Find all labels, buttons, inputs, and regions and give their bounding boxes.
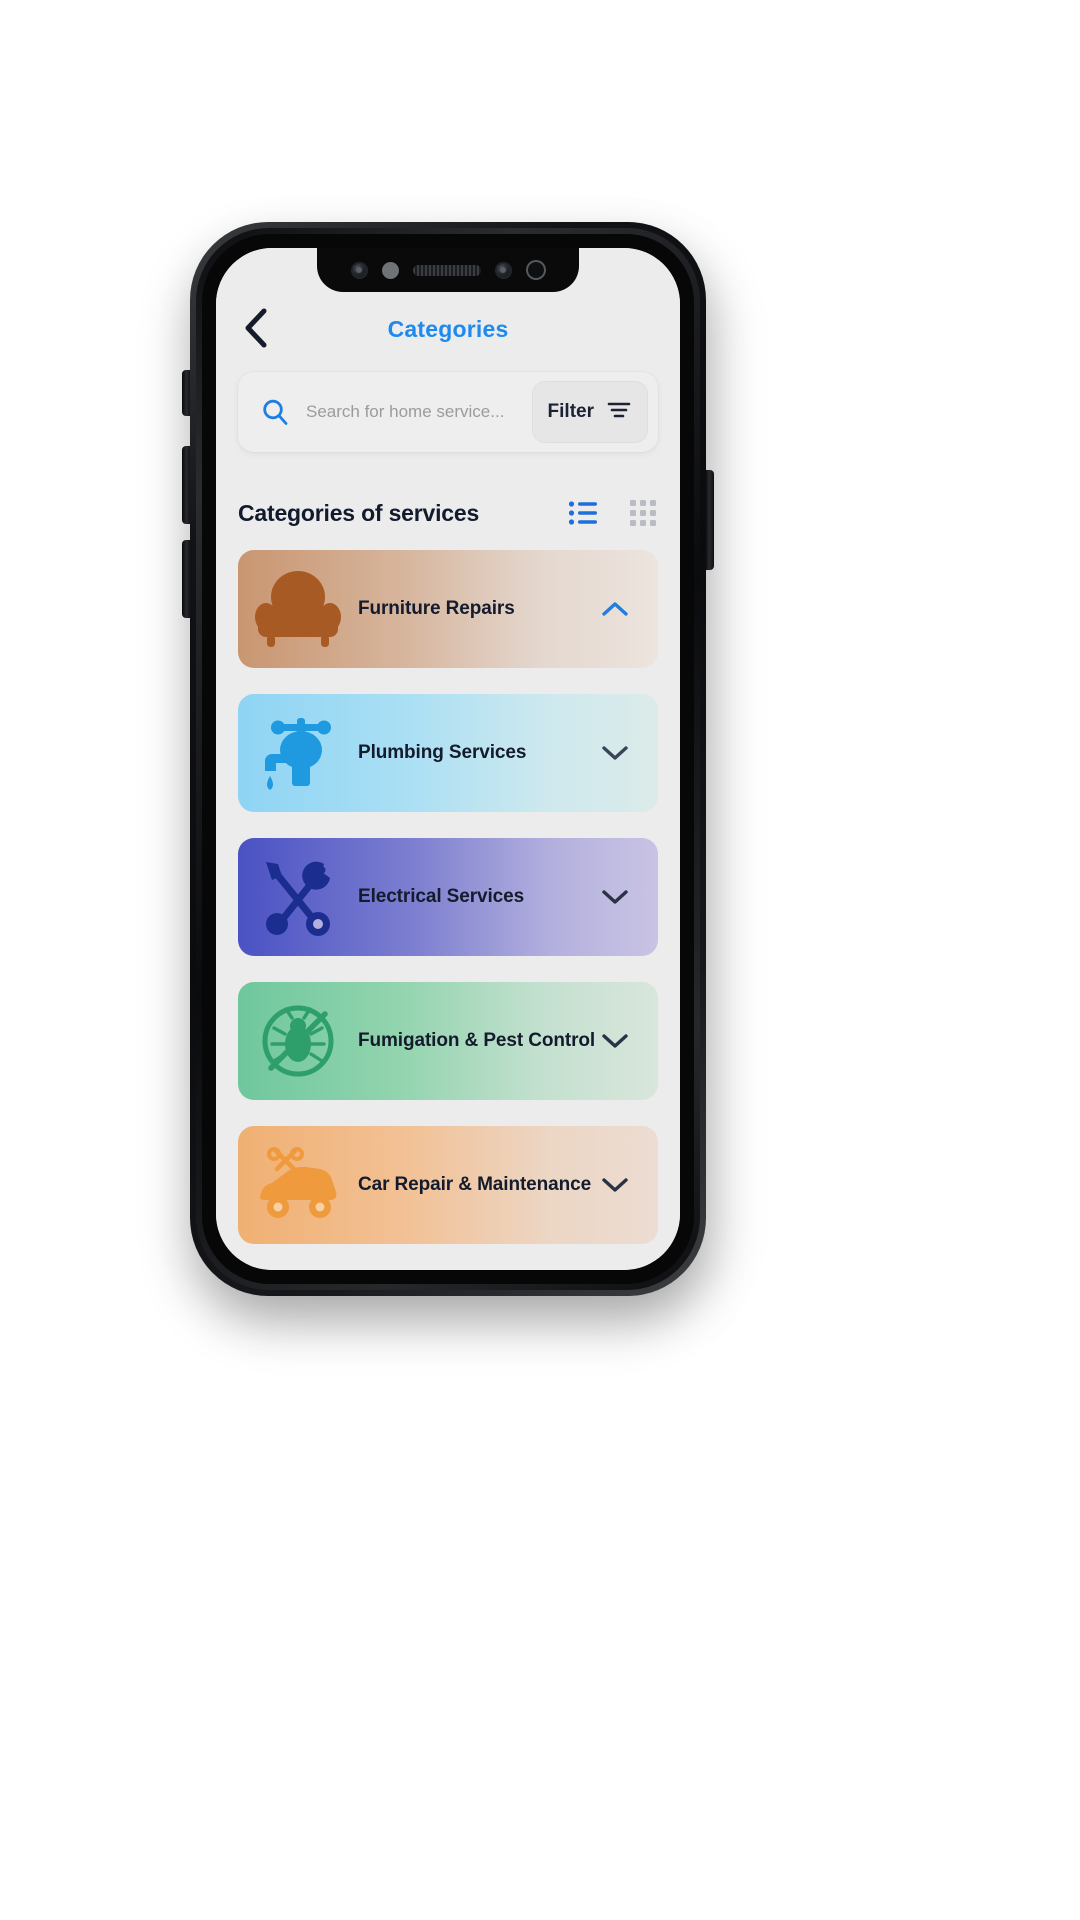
chevron-left-icon — [245, 308, 267, 348]
section-header: Categories of services — [238, 498, 658, 528]
chevron-down-icon[interactable] — [600, 882, 630, 912]
section-title: Categories of services — [238, 499, 480, 526]
infrared-sensor-icon — [525, 260, 546, 280]
category-label: Car Repair & Maintenance — [358, 1174, 592, 1195]
chevron-up-icon[interactable] — [600, 594, 630, 624]
category-card-car-repair-maintenance[interactable]: Car Repair & Maintenance — [238, 1126, 658, 1244]
filter-lines-icon — [606, 400, 632, 425]
phone-frame: Categories Filter — [190, 222, 706, 1296]
filter-button[interactable]: Filter — [531, 381, 648, 443]
chevron-down-icon[interactable] — [600, 738, 630, 768]
category-label: Electrical Services — [358, 886, 525, 907]
chevron-down-icon[interactable] — [600, 1026, 630, 1056]
front-camera-icon — [350, 261, 368, 279]
earpiece-speaker-icon — [412, 264, 481, 276]
armchair-icon — [238, 550, 358, 668]
search-icon — [258, 395, 292, 429]
phone-button-power[interactable] — [705, 470, 714, 570]
category-card-fumigation-pest-control[interactable]: Fumigation & Pest Control — [238, 982, 658, 1100]
screenshot-canvas: Categories Filter — [0, 0, 1080, 1920]
chevron-down-icon[interactable] — [600, 1170, 630, 1200]
list-view-icon[interactable] — [568, 498, 598, 528]
back-button[interactable] — [234, 306, 278, 350]
category-label: Fumigation & Pest Control — [358, 1030, 596, 1051]
category-list: Furniture Repairs Plumbing Services Elec… — [238, 550, 658, 1244]
grid-view-icon[interactable] — [628, 498, 658, 528]
category-label: Plumbing Services — [358, 742, 527, 763]
secondary-camera-icon — [494, 261, 512, 279]
search-bar[interactable]: Filter — [238, 372, 658, 452]
filter-label: Filter — [547, 401, 594, 422]
pest-control-bug-icon — [238, 982, 358, 1100]
category-card-furniture-repairs[interactable]: Furniture Repairs — [238, 550, 658, 668]
view-toggle-group — [568, 498, 658, 528]
category-card-plumbing-services[interactable]: Plumbing Services — [238, 694, 658, 812]
faucet-icon — [238, 694, 358, 812]
phone-screen: Categories Filter — [216, 248, 680, 1270]
app-topbar: Categories — [216, 292, 680, 366]
phone-notch — [317, 248, 579, 292]
search-input[interactable] — [292, 402, 532, 422]
category-card-electrical-services[interactable]: Electrical Services — [238, 838, 658, 956]
tools-wrench-screwdriver-icon — [238, 838, 358, 956]
car-repair-icon — [238, 1126, 358, 1244]
category-label: Furniture Repairs — [358, 598, 515, 619]
app-content: Categories Filter — [216, 248, 680, 1270]
page-title: Categories — [387, 316, 509, 342]
proximity-sensor-icon — [381, 261, 399, 279]
